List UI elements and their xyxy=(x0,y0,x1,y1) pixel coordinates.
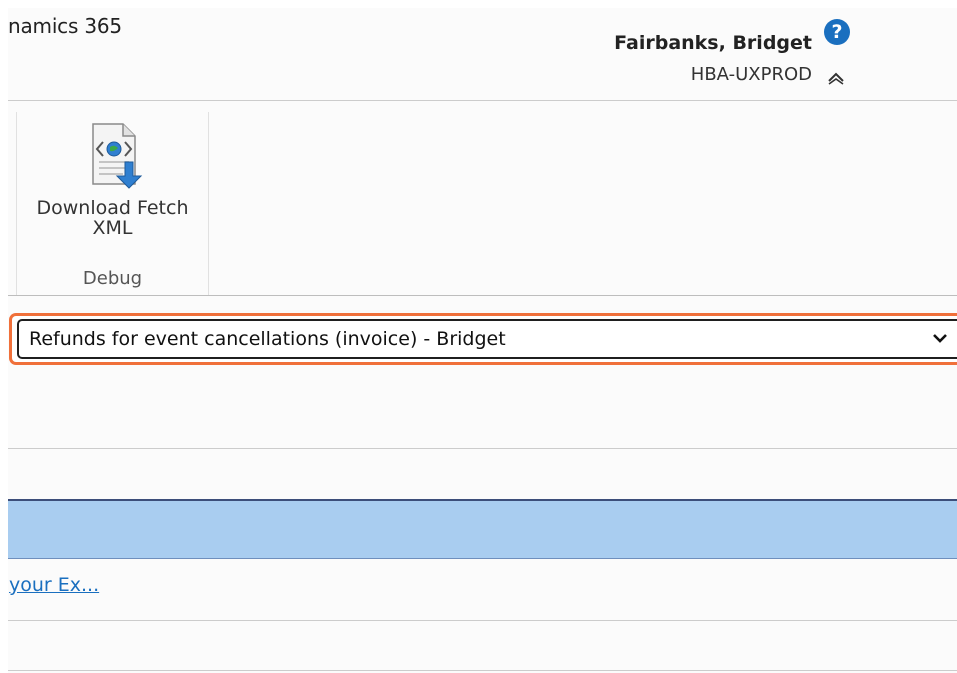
download-fetch-xml-button[interactable]: Download Fetch XML xyxy=(17,112,208,252)
collapse-ribbon-icon[interactable] xyxy=(826,68,846,88)
chevron-down-icon xyxy=(933,334,947,343)
download-fetch-label-line1: Download Fetch xyxy=(36,197,189,219)
user-name[interactable]: Fairbanks, Bridget xyxy=(614,32,812,54)
xml-document-download-icon xyxy=(92,123,143,189)
section-divider-2 xyxy=(8,620,957,621)
header-divider xyxy=(8,100,957,101)
download-fetch-label-line2: XML xyxy=(92,217,133,239)
app-title: namics 365 xyxy=(8,14,122,38)
selected-row-band[interactable] xyxy=(8,499,957,559)
view-selector-value: Refunds for event cancellations (invoice… xyxy=(29,328,506,350)
help-icon[interactable]: ? xyxy=(824,19,850,45)
section-divider-3 xyxy=(8,670,957,671)
ribbon-divider xyxy=(8,295,957,296)
ribbon-group-debug: Download Fetch XML Debug xyxy=(16,112,209,296)
org-name: HBA-UXPROD xyxy=(690,64,812,85)
view-selector-dropdown[interactable]: Refunds for event cancellations (invoice… xyxy=(17,319,957,359)
ribbon-group-title: Debug xyxy=(82,268,143,289)
section-divider-1 xyxy=(8,448,957,449)
truncated-link[interactable]: your Ex... xyxy=(9,574,99,596)
